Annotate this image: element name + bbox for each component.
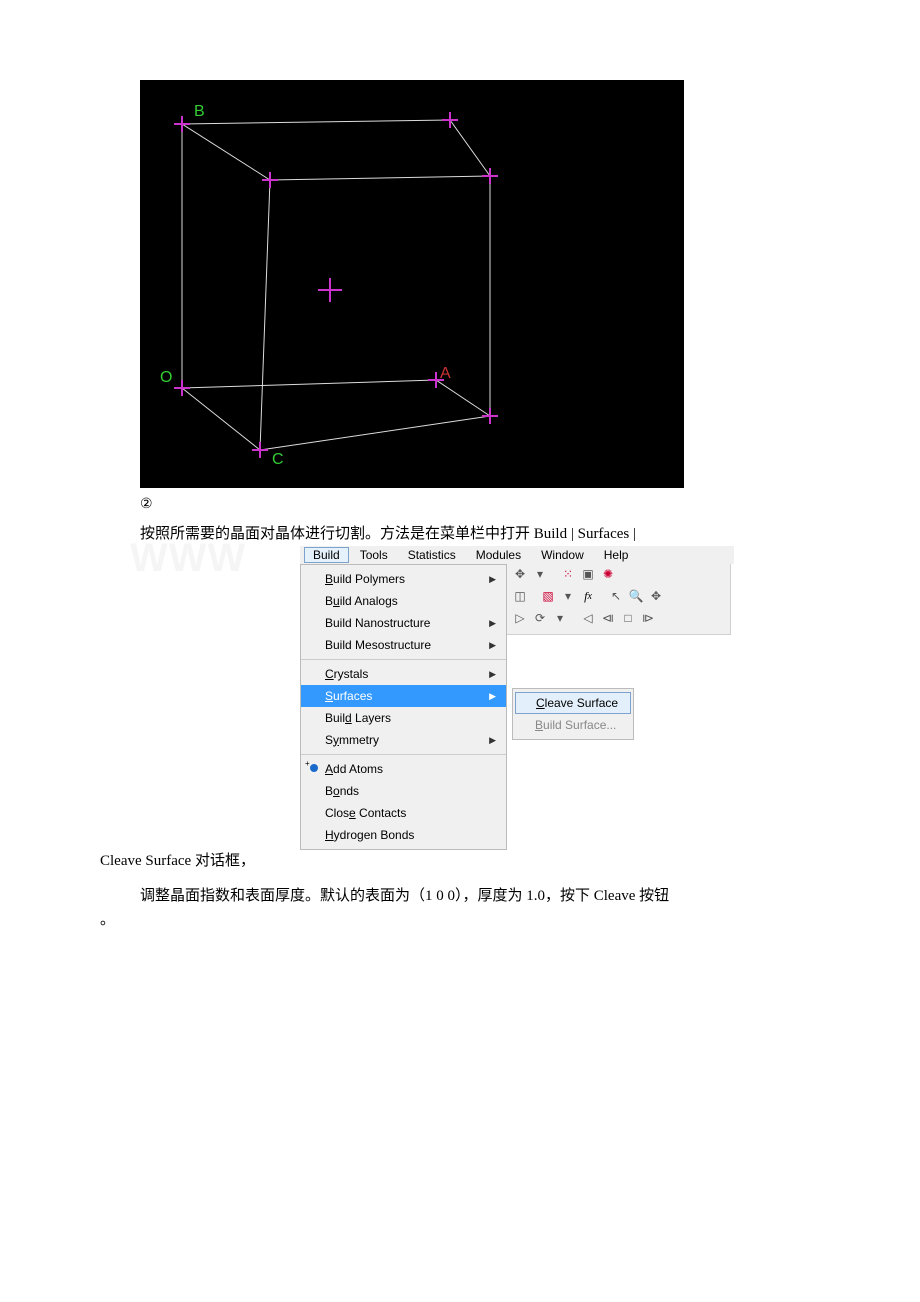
dropdown-icon-3[interactable]: ▾ [551, 610, 569, 628]
toolbar-area: ✥ ▾ ⁙ ▣ ✺ ◫ ▧ ▾ fx ↖ [507, 564, 731, 635]
menu-screenshot: Build Tools Statistics Modules Window He… [300, 546, 820, 850]
window-icon[interactable]: ◫ [511, 588, 529, 606]
axis-label-a: A [440, 365, 451, 382]
menu-close-contacts[interactable]: Close Contacts [301, 802, 506, 824]
paragraph-adjust: 调整晶面指数和表面厚度。默认的表面为（1 0 0），厚度为 1.0，按下 Cle… [140, 884, 820, 908]
move-icon[interactable]: ✥ [511, 566, 529, 584]
menu-build-mesostructure[interactable]: Build Mesostructure▶ [301, 634, 506, 656]
pan-icon[interactable]: ✥ [647, 588, 665, 606]
dots-icon[interactable]: ⁙ [559, 566, 577, 584]
build-dropdown: Build Polymers▶ Build Analogs Build Nano… [300, 564, 507, 850]
submenu-cleave-surface[interactable]: Cleave Surface [515, 692, 631, 714]
menu-build-polymers[interactable]: Build Polymers▶ [301, 568, 506, 590]
menu-symmetry[interactable]: Symmetry▶ [301, 729, 506, 751]
crystal-cube-viewport: B O A C [140, 80, 684, 488]
burst-icon[interactable]: ✺ [599, 566, 617, 584]
svg-text:+: + [305, 760, 310, 768]
circle-play-icon[interactable]: ⟳ [531, 610, 549, 628]
submenu-build-surface: Build Surface... [513, 714, 633, 736]
chart-icon[interactable]: ▧ [539, 588, 557, 606]
dropdown-icon[interactable]: ▾ [531, 566, 549, 584]
surfaces-submenu: Cleave Surface Build Surface... [512, 688, 634, 740]
fx-icon[interactable]: fx [579, 588, 597, 606]
atom-icon: + [305, 760, 319, 774]
menu-build-layers[interactable]: Build Layers [301, 707, 506, 729]
axis-label-b: B [194, 103, 205, 120]
stop-icon[interactable]: □ [619, 610, 637, 628]
menubar-tools[interactable]: Tools [351, 547, 397, 563]
step-number-2: ② [140, 496, 820, 513]
menubar-help[interactable]: Help [595, 547, 638, 563]
box-icon[interactable]: ▣ [579, 566, 597, 584]
cursor-icon[interactable]: ↖ [607, 588, 625, 606]
menu-build-analogs[interactable]: Build Analogs [301, 590, 506, 612]
menubar-build[interactable]: Build [304, 547, 349, 563]
dropdown-icon-2[interactable]: ▾ [559, 588, 577, 606]
menubar-modules[interactable]: Modules [467, 547, 530, 563]
menubar-statistics[interactable]: Statistics [399, 547, 465, 563]
menubar: Build Tools Statistics Modules Window He… [300, 546, 734, 564]
step-fwd-icon[interactable]: ⧐ [639, 610, 657, 628]
menu-add-atoms[interactable]: + Add Atoms [301, 758, 506, 780]
step-back-icon[interactable]: ⧏ [599, 610, 617, 628]
paragraph-method: 按照所需要的晶面对晶体进行切割。方法是在菜单栏中打开 Build | Surfa… [140, 523, 820, 546]
menubar-window[interactable]: Window [532, 547, 593, 563]
menu-surfaces[interactable]: Surfaces▶ [301, 685, 506, 707]
crystal-cube-svg: B O A C [140, 80, 684, 488]
menu-build-nanostructure[interactable]: Build Nanostructure▶ [301, 612, 506, 634]
axis-label-c: C [272, 451, 284, 468]
menu-bonds[interactable]: Bonds [301, 780, 506, 802]
menu-crystals[interactable]: Crystals▶ [301, 663, 506, 685]
zoom-icon[interactable]: 🔍 [627, 588, 645, 606]
cleave-dialog-text: Cleave Surface 对话框， [100, 853, 255, 869]
prev-icon[interactable]: ◁ [579, 610, 597, 628]
axis-label-o: O [160, 369, 172, 386]
play-icon[interactable]: ▷ [511, 610, 529, 628]
menu-hydrogen-bonds[interactable]: Hydrogen Bonds [301, 824, 506, 846]
paragraph-end: 。 [100, 908, 820, 929]
